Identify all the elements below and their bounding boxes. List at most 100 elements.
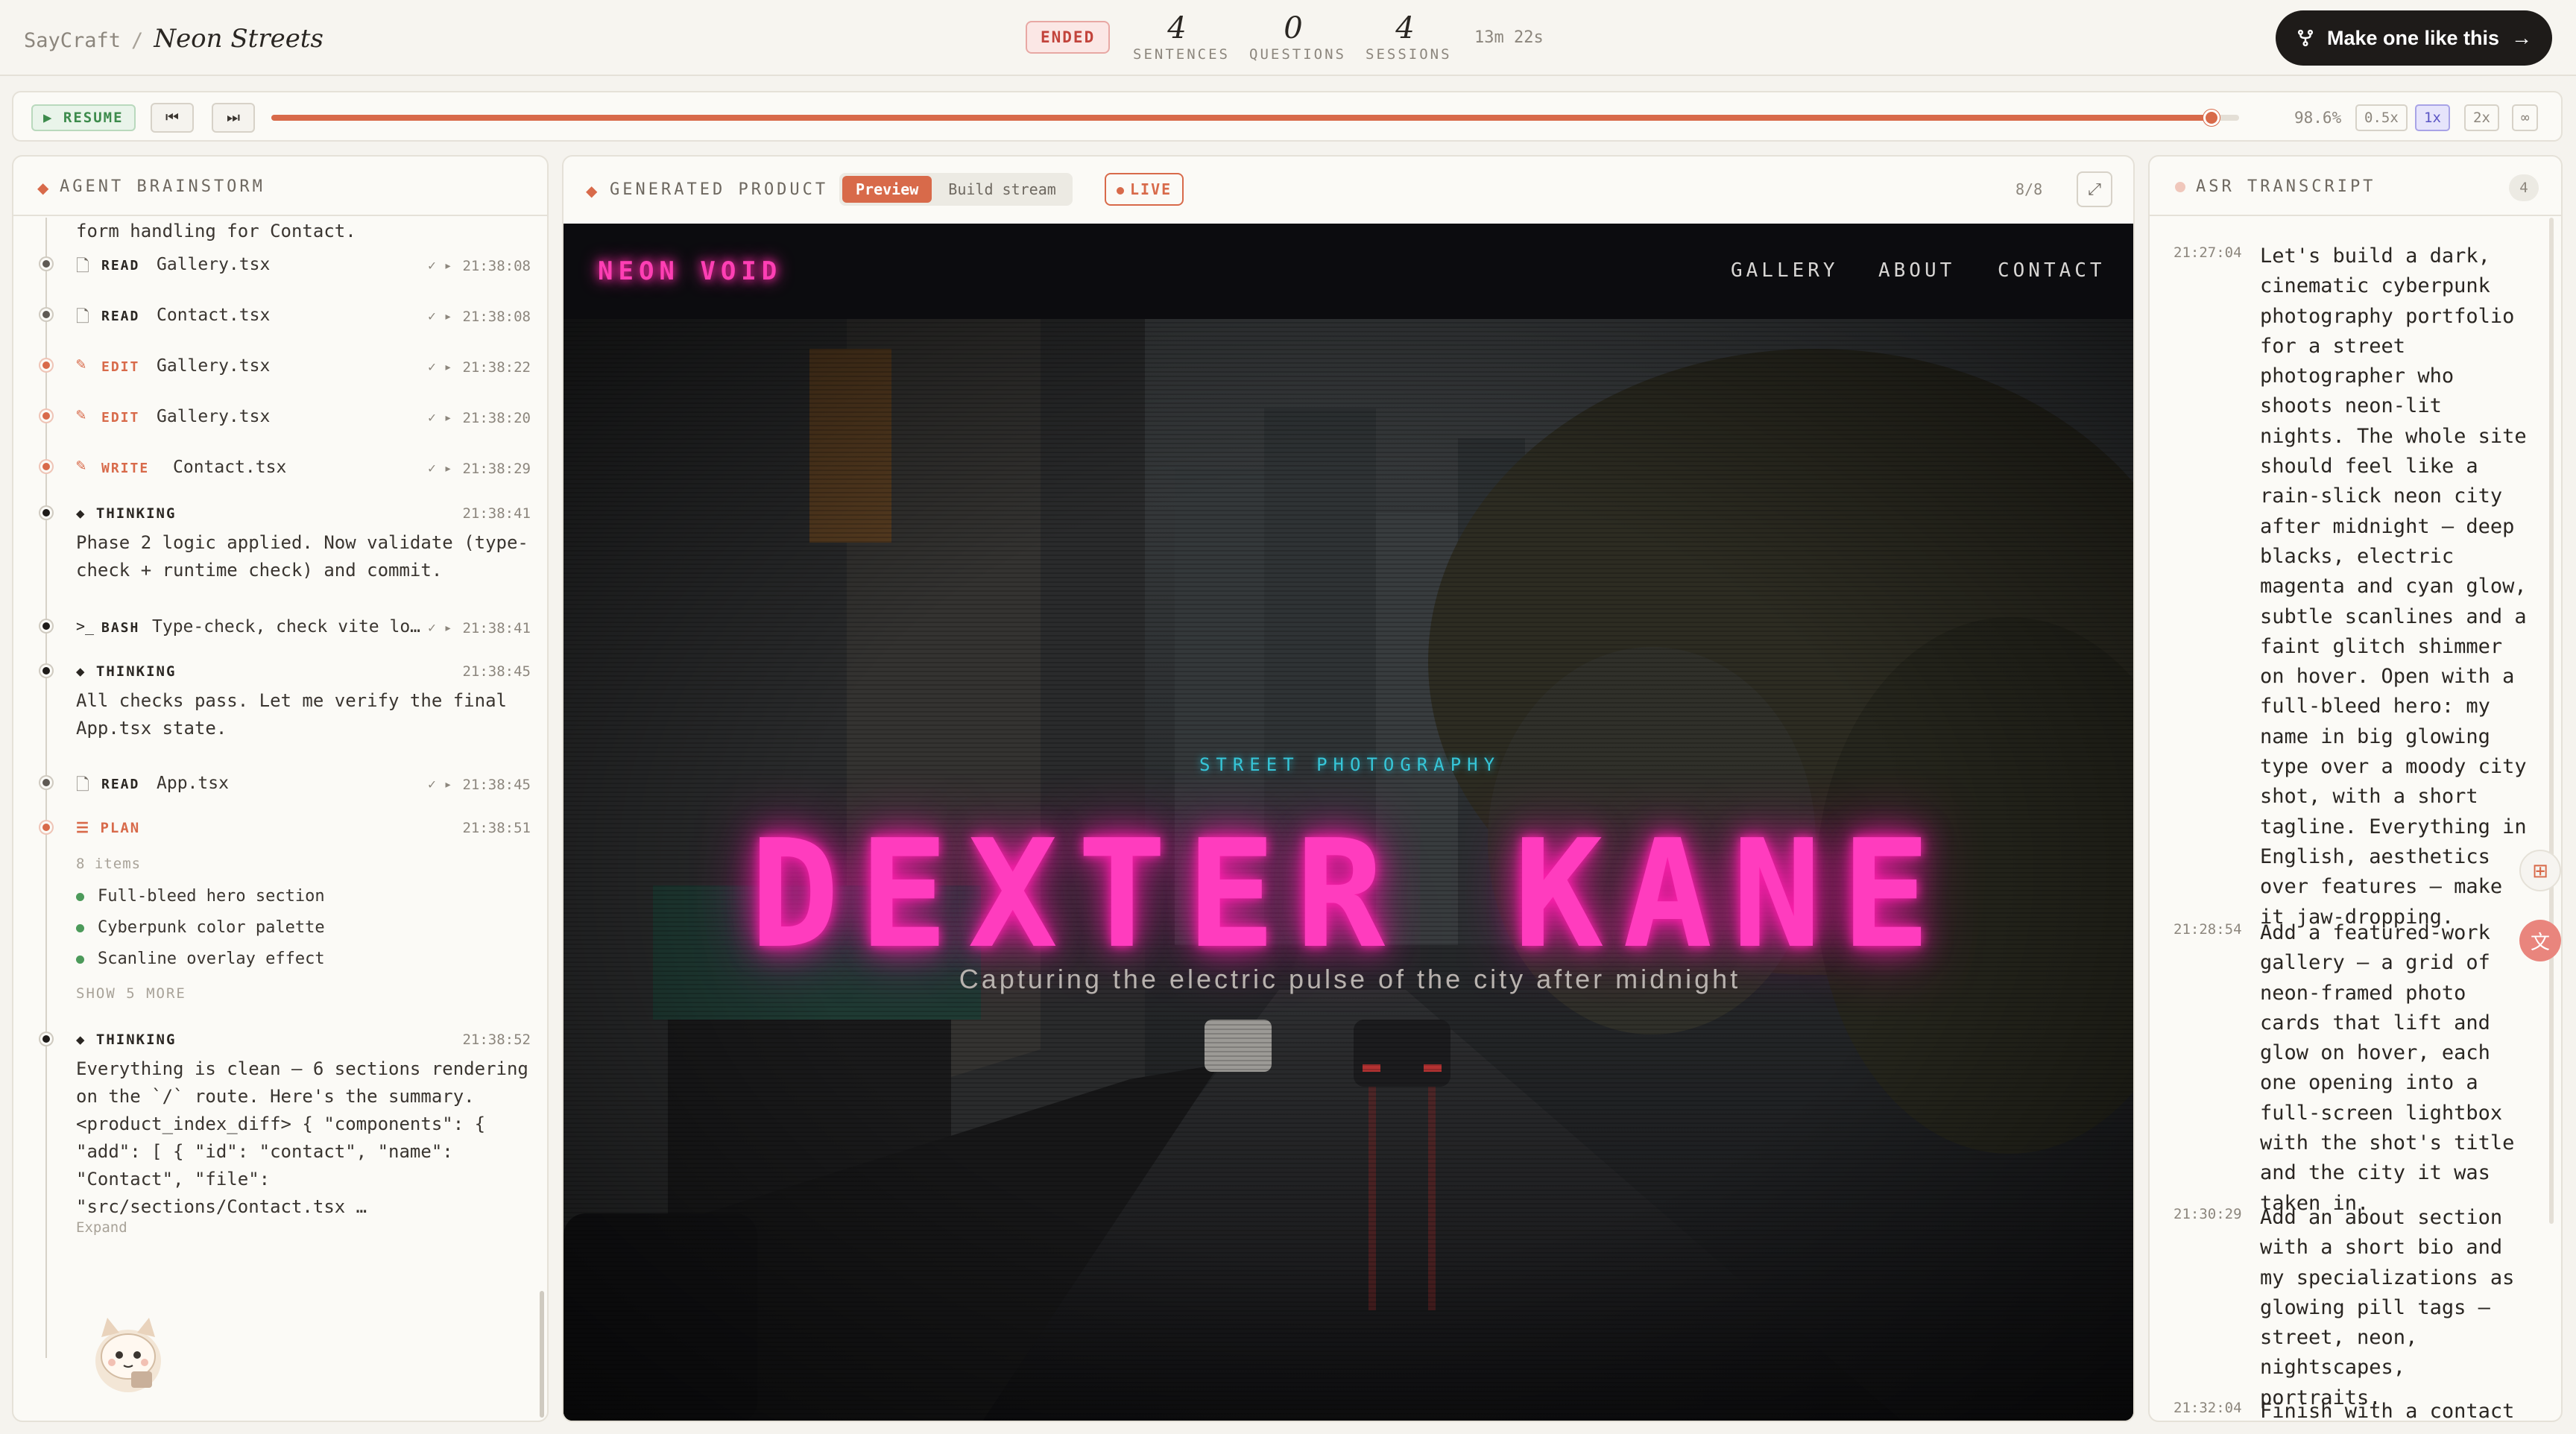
recording-dot bbox=[2175, 182, 2185, 192]
live-label: LIVE bbox=[1130, 180, 1172, 198]
timeline-dot bbox=[40, 258, 52, 270]
arrow-right-icon: → bbox=[2511, 26, 2533, 49]
progress-percent: 98.6% bbox=[2294, 109, 2342, 127]
site-nav: NEON VOID GALLERY ABOUT CONTACT bbox=[564, 224, 2133, 319]
timeline-dot bbox=[40, 777, 52, 789]
diamond-icon: ◆ bbox=[586, 183, 598, 200]
skip-back-icon: ⏮ bbox=[165, 109, 179, 126]
hero-kicker: STREET PHOTOGRAPHY bbox=[1199, 754, 1501, 775]
progress-fill bbox=[271, 115, 2212, 121]
timeline-dot bbox=[40, 461, 52, 473]
sparkle-icon: ◆ bbox=[76, 505, 96, 522]
layout-grid-button[interactable]: ⊞ bbox=[2519, 850, 2561, 891]
clipped-thinking-text: form handling for Contact. bbox=[76, 221, 356, 241]
sparkle-icon: ◆ bbox=[76, 663, 96, 680]
tool-status: ✓ ▸ bbox=[428, 461, 452, 476]
stat-label: QUESTIONS bbox=[1249, 46, 1346, 63]
site-preview[interactable]: NEON VOID GALLERY ABOUT CONTACT STREET P… bbox=[564, 224, 2133, 1421]
tool-kind: WRITE bbox=[101, 461, 150, 476]
view-tabs: Preview Build stream bbox=[839, 173, 1073, 206]
skip-forward-button[interactable]: ⏭ bbox=[212, 103, 255, 133]
panel-title: AGENT BRAINSTORM bbox=[60, 177, 265, 196]
tab-preview[interactable]: Preview bbox=[842, 176, 932, 203]
tool-file: Contact.tsx bbox=[157, 306, 271, 325]
stat-label: SENTENCES bbox=[1133, 46, 1230, 63]
skip-forward-icon: ⏭ bbox=[227, 109, 240, 126]
fork-icon bbox=[2297, 29, 2314, 47]
panel-header: ◆ GENERATED PRODUCT Preview Build stream… bbox=[564, 157, 2133, 224]
expand-icon: ⤢ bbox=[2088, 180, 2101, 198]
tool-time: 21:38:08 bbox=[462, 309, 531, 325]
resume-button[interactable]: ▶ RESUME bbox=[31, 104, 136, 131]
tool-status: ✓ ▸ bbox=[428, 777, 452, 792]
panel-title: ASR TRANSCRIPT bbox=[2196, 177, 2376, 196]
sparkle-icon: ◆ bbox=[76, 1032, 96, 1048]
progress-track[interactable] bbox=[271, 110, 2239, 126]
brainstorm-feed[interactable]: form handling for Contact. 🗋 READ Galler… bbox=[13, 218, 547, 1421]
site-nav-about[interactable]: ABOUT bbox=[1878, 259, 1955, 282]
scrollbar-thumb[interactable] bbox=[540, 1291, 544, 1418]
thinking-text: All checks pass. Let me verify the final… bbox=[76, 690, 507, 739]
stat-sentences: 4 SENTENCES bbox=[1133, 10, 1230, 63]
expand-link[interactable]: Expand bbox=[76, 1219, 127, 1236]
stat-value: 0 bbox=[1284, 11, 1303, 45]
transcript-time: 21:28:54 bbox=[2174, 921, 2242, 938]
skip-back-button[interactable]: ⏮ bbox=[151, 103, 194, 133]
tool-file: Gallery.tsx bbox=[157, 255, 271, 274]
hero-title: DEXTER KANE bbox=[749, 808, 1951, 982]
plan-item-text: Cyberpunk color palette bbox=[98, 918, 325, 937]
tool-file: Gallery.tsx bbox=[157, 407, 271, 426]
tool-kind: BASH bbox=[101, 620, 140, 636]
scrollbar-thumb[interactable] bbox=[2549, 218, 2554, 1224]
thinking-kind: THINKING bbox=[95, 1032, 177, 1048]
file-icon: 🗋 bbox=[76, 257, 89, 276]
tab-build-stream[interactable]: Build stream bbox=[935, 176, 1070, 203]
stat-value: 4 bbox=[1395, 11, 1415, 45]
thinking-kind: THINKING bbox=[95, 663, 177, 680]
speed-unlimited-button[interactable]: ∞ bbox=[2512, 104, 2539, 131]
progress-handle[interactable] bbox=[2203, 110, 2220, 126]
thinking-time: 21:38:41 bbox=[462, 505, 531, 522]
panel-title: GENERATED PRODUCT bbox=[610, 180, 829, 199]
tool-kind: READ bbox=[101, 258, 140, 274]
pencil-icon: ✎ bbox=[76, 355, 86, 373]
site-nav-contact[interactable]: CONTACT bbox=[1998, 259, 2106, 282]
tool-status: ✓ ▸ bbox=[428, 620, 452, 636]
transcript-time: 21:30:29 bbox=[2174, 1206, 2242, 1222]
timeline-dot bbox=[40, 309, 52, 320]
thinking-time: 21:38:52 bbox=[462, 1032, 531, 1048]
timeline-dot bbox=[40, 821, 52, 833]
translate-button[interactable]: 文 bbox=[2519, 920, 2561, 961]
status-badge: ENDED bbox=[1026, 21, 1111, 54]
breadcrumb: SayCraft / Neon Streets bbox=[24, 24, 323, 54]
tool-kind: EDIT bbox=[101, 410, 140, 426]
site-logo[interactable]: NEON VOID bbox=[598, 256, 782, 286]
site-nav-gallery[interactable]: GALLERY bbox=[1731, 259, 1839, 282]
tool-time: 21:38:08 bbox=[462, 258, 531, 274]
fullscreen-button[interactable]: ⤢ bbox=[2077, 171, 2112, 207]
transcript-list[interactable]: 21:27:04 Let's build a dark, cinematic c… bbox=[2150, 218, 2561, 1421]
transcript-count: 4 bbox=[2509, 174, 2539, 201]
make-one-like-this-button[interactable]: Make one like this → bbox=[2276, 10, 2552, 66]
stat-label: SESSIONS bbox=[1366, 46, 1452, 63]
plan-item-text: Scanline overlay effect bbox=[98, 950, 325, 968]
speed-1x-button[interactable]: 1x bbox=[2415, 104, 2450, 131]
tool-file: Gallery.tsx bbox=[157, 356, 271, 376]
thinking-time: 21:38:45 bbox=[462, 663, 531, 680]
tool-time: 21:38:22 bbox=[462, 359, 531, 376]
file-icon: 🗋 bbox=[76, 776, 89, 795]
brand-name[interactable]: SayCraft bbox=[24, 29, 121, 52]
show-more-link[interactable]: SHOW 5 MORE bbox=[76, 985, 186, 1002]
top-bar: SayCraft / Neon Streets ENDED 4 SENTENCES … bbox=[0, 0, 2576, 76]
speed-0.5x-button[interactable]: 0.5x bbox=[2355, 104, 2408, 131]
timeline-dot bbox=[40, 1033, 52, 1045]
panel-header: ASR TRANSCRIPT 4 bbox=[2150, 157, 2561, 216]
page-count: 8/8 bbox=[2015, 180, 2043, 198]
speed-2x-button[interactable]: 2x bbox=[2464, 104, 2499, 131]
bullet-dot bbox=[76, 923, 84, 932]
plan-item: Full-bleed hero section bbox=[76, 887, 325, 906]
make-button-label: Make one like this bbox=[2326, 26, 2500, 49]
thinking-text: Phase 2 logic applied. Now validate (typ… bbox=[76, 532, 528, 581]
plan-kind: PLAN bbox=[100, 820, 141, 836]
transcript-text: Add a featured-work gallery — a grid of … bbox=[2260, 921, 2515, 1215]
